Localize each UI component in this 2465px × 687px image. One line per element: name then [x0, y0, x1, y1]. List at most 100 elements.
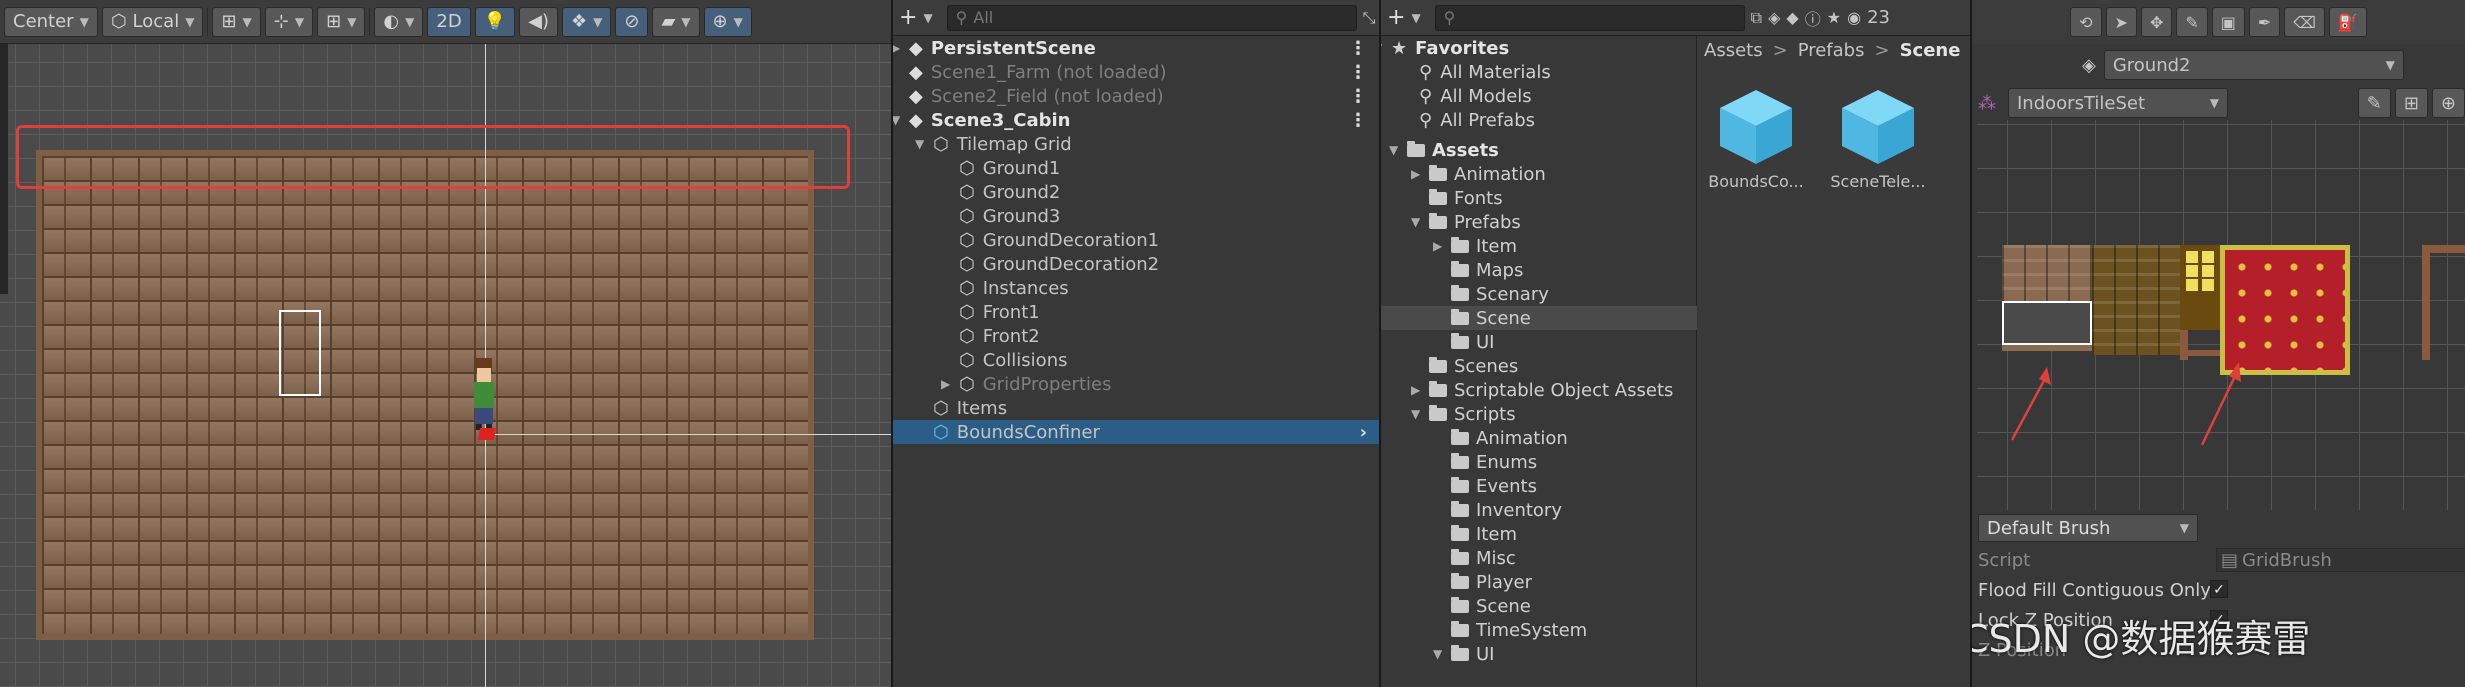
- hierarchy-item-front1[interactable]: ⬡ Front1: [893, 300, 1379, 324]
- chevron-down-icon[interactable]: ▼: [1411, 11, 1420, 25]
- favorite-item[interactable]: ⚲ All Prefabs: [1381, 108, 1697, 132]
- grid-visibility-button[interactable]: ⊞ ▼: [317, 6, 366, 37]
- hierarchy-item-items[interactable]: ⬡ Items: [893, 396, 1379, 420]
- grid-snap-button[interactable]: ⊞ ▼: [212, 6, 261, 37]
- folder-item[interactable]: UI: [1381, 330, 1697, 354]
- floor-edge-tile[interactable]: [2002, 345, 2092, 351]
- search-by-type-icon[interactable]: ⧉: [1751, 8, 1762, 28]
- folder-item[interactable]: ▼ UI: [1381, 642, 1697, 666]
- brush-dropdown[interactable]: Default Brush ▼: [1978, 514, 2198, 542]
- hierarchy-item-ground1[interactable]: ⬡ Ground1: [893, 156, 1379, 180]
- fill-tool-button[interactable]: ⛽: [2328, 7, 2367, 37]
- folder-item[interactable]: TimeSystem: [1381, 618, 1697, 642]
- add-icon[interactable]: +: [1387, 5, 1405, 30]
- foldout-arrow-icon[interactable]: ▶: [893, 41, 900, 55]
- toggle-2d-button[interactable]: 2D: [427, 6, 471, 37]
- picker-tool-button[interactable]: ✒: [2248, 7, 2281, 37]
- more-options-icon[interactable]: ⋮: [1349, 86, 1367, 107]
- hierarchy-item-ground3[interactable]: ⬡ Ground3: [893, 204, 1379, 228]
- tileset-dropdown[interactable]: IndoorsTileSet ▼: [2008, 88, 2228, 118]
- foldout-arrow-icon[interactable]: ▼: [1389, 143, 1398, 157]
- foldout-arrow-icon[interactable]: ▼: [1411, 407, 1420, 421]
- foldout-arrow-icon[interactable]: ▶: [1411, 383, 1420, 397]
- folder-item[interactable]: ▶ Scriptable Object Assets: [1381, 378, 1697, 402]
- folder-item[interactable]: Item: [1381, 522, 1697, 546]
- audio-toggle[interactable]: ◀): [519, 6, 558, 37]
- palette-tile-grid[interactable]: [1977, 120, 2465, 510]
- hierarchy-item-tilemap-grid[interactable]: ▼ ⬡ Tilemap Grid: [893, 132, 1379, 156]
- folder-item[interactable]: ▶ Item: [1381, 234, 1697, 258]
- gizmos-button[interactable]: ⊕ ▼: [703, 6, 752, 37]
- space-dropdown[interactable]: ⬡ Local ▼: [101, 6, 204, 37]
- folder-item[interactable]: Events: [1381, 474, 1697, 498]
- folder-item[interactable]: Enums: [1381, 450, 1697, 474]
- wood-floor-tile[interactable]: [2092, 245, 2180, 355]
- collapse-icon[interactable]: ⤡: [1363, 8, 1376, 28]
- favorite-item[interactable]: ⚲ All Materials: [1381, 60, 1697, 84]
- hierarchy-item-ground-decoration1[interactable]: ⬡ GroundDecoration1: [893, 228, 1379, 252]
- rug-tile[interactable]: [2220, 245, 2350, 375]
- box-fill-tool-button[interactable]: ▣: [2211, 7, 2245, 37]
- more-options-icon[interactable]: ⋮: [1349, 62, 1367, 83]
- flood-fill-checkbox[interactable]: ✓: [2210, 580, 2228, 598]
- foldout-arrow-icon[interactable]: ▶: [1433, 239, 1442, 253]
- folder-item[interactable]: Scenes: [1381, 354, 1697, 378]
- grid-toggle-button[interactable]: ⊞: [2394, 88, 2428, 118]
- folder-item[interactable]: Scene: [1381, 306, 1697, 330]
- hierarchy-item-scene2-field[interactable]: ◆ Scene2_Field (not loaded) ⋮: [893, 84, 1379, 108]
- increment-snap-button[interactable]: ⊹ ▼: [264, 6, 314, 37]
- move-tool-button[interactable]: ✥: [2140, 7, 2173, 37]
- warning-icon[interactable]: ⓘ: [1805, 6, 1821, 30]
- foldout-arrow-icon[interactable]: ▼: [1411, 215, 1420, 229]
- chevron-down-icon[interactable]: ▼: [923, 11, 932, 25]
- hierarchy-item-persistent-scene[interactable]: ▶ ◆ PersistentScene ⋮: [893, 36, 1379, 60]
- folder-item[interactable]: ▶ Animation: [1381, 162, 1697, 186]
- foldout-arrow-icon[interactable]: ▶: [941, 377, 950, 391]
- hierarchy-search-input[interactable]: ⚲ All: [946, 4, 1357, 31]
- edit-palette-button[interactable]: ✎: [2357, 88, 2391, 118]
- eraser-tool-button[interactable]: ⌫: [2284, 7, 2325, 37]
- folder-item[interactable]: Maps: [1381, 258, 1697, 282]
- folder-item[interactable]: Player: [1381, 570, 1697, 594]
- visibility-toggle[interactable]: ⊘: [615, 6, 649, 37]
- folder-item[interactable]: Scenary: [1381, 282, 1697, 306]
- floor-plank-tile[interactable]: [2002, 245, 2092, 301]
- hierarchy-item-bounds-confiner[interactable]: ⬡ BoundsConfiner ›: [893, 420, 1379, 444]
- asset-item[interactable]: BoundsCo...: [1708, 86, 1804, 191]
- shading-mode-button[interactable]: ◐ ▼: [374, 6, 424, 37]
- hierarchy-item-grid-properties[interactable]: ▶ ⬡ GridProperties: [893, 372, 1379, 396]
- pivot-dropdown[interactable]: Center ▼: [4, 6, 98, 37]
- foldout-arrow-icon[interactable]: ▼: [915, 137, 924, 151]
- selected-empty-tile[interactable]: [2002, 301, 2092, 345]
- filter-type-icon[interactable]: ◈: [1768, 8, 1780, 27]
- assets-root[interactable]: ▼ Assets: [1381, 138, 1697, 162]
- hierarchy-item-scene1-farm[interactable]: ◆ Scene1_Farm (not loaded) ⋮: [893, 60, 1379, 84]
- foldout-arrow-icon[interactable]: ▶: [1411, 167, 1420, 181]
- folder-item[interactable]: Inventory: [1381, 498, 1697, 522]
- hierarchy-item-ground2[interactable]: ⬡ Ground2: [893, 180, 1379, 204]
- folder-item[interactable]: Animation: [1381, 426, 1697, 450]
- foldout-arrow-icon[interactable]: ▼: [1433, 647, 1442, 661]
- player-character-sprite[interactable]: [466, 356, 502, 446]
- label-icon[interactable]: ◆: [1786, 8, 1798, 27]
- star-icon[interactable]: ★: [1827, 8, 1841, 27]
- folder-item[interactable]: Misc: [1381, 546, 1697, 570]
- folder-item[interactable]: ▼ Prefabs: [1381, 210, 1697, 234]
- window-tile[interactable]: [2180, 245, 2220, 330]
- hierarchy-item-ground-decoration2[interactable]: ⬡ GroundDecoration2: [893, 252, 1379, 276]
- foldout-arrow-icon[interactable]: ▼: [1381, 41, 1382, 55]
- foldout-arrow-icon[interactable]: ▼: [893, 113, 900, 127]
- active-tilemap-dropdown[interactable]: Ground2 ▼: [2103, 50, 2404, 80]
- hierarchy-item-front2[interactable]: ⬡ Front2: [893, 324, 1379, 348]
- hierarchy-item-scene3-cabin[interactable]: ▼ ◆ Scene3_Cabin ⋮: [893, 108, 1379, 132]
- chevron-right-icon[interactable]: ›: [1360, 422, 1367, 443]
- project-search-input[interactable]: ⚲: [1434, 4, 1745, 31]
- scene-view[interactable]: Center ▼ ⬡ Local ▼ ⊞ ▼ ⊹ ▼ ⊞ ▼ ◐ ▼ 2D 💡 ◀) ❖ ▼ ⊘…: [0, 0, 891, 687]
- paint-tool-button[interactable]: ✎: [2176, 7, 2208, 37]
- lighting-toggle[interactable]: 💡: [474, 6, 516, 37]
- asset-item[interactable]: SceneTele...: [1830, 86, 1926, 191]
- select-tool-button[interactable]: ⟲: [2070, 7, 2102, 37]
- folder-item[interactable]: ▼ Scripts: [1381, 402, 1697, 426]
- folder-item[interactable]: Scene: [1381, 594, 1697, 618]
- wall-corner-tile[interactable]: [2180, 350, 2220, 356]
